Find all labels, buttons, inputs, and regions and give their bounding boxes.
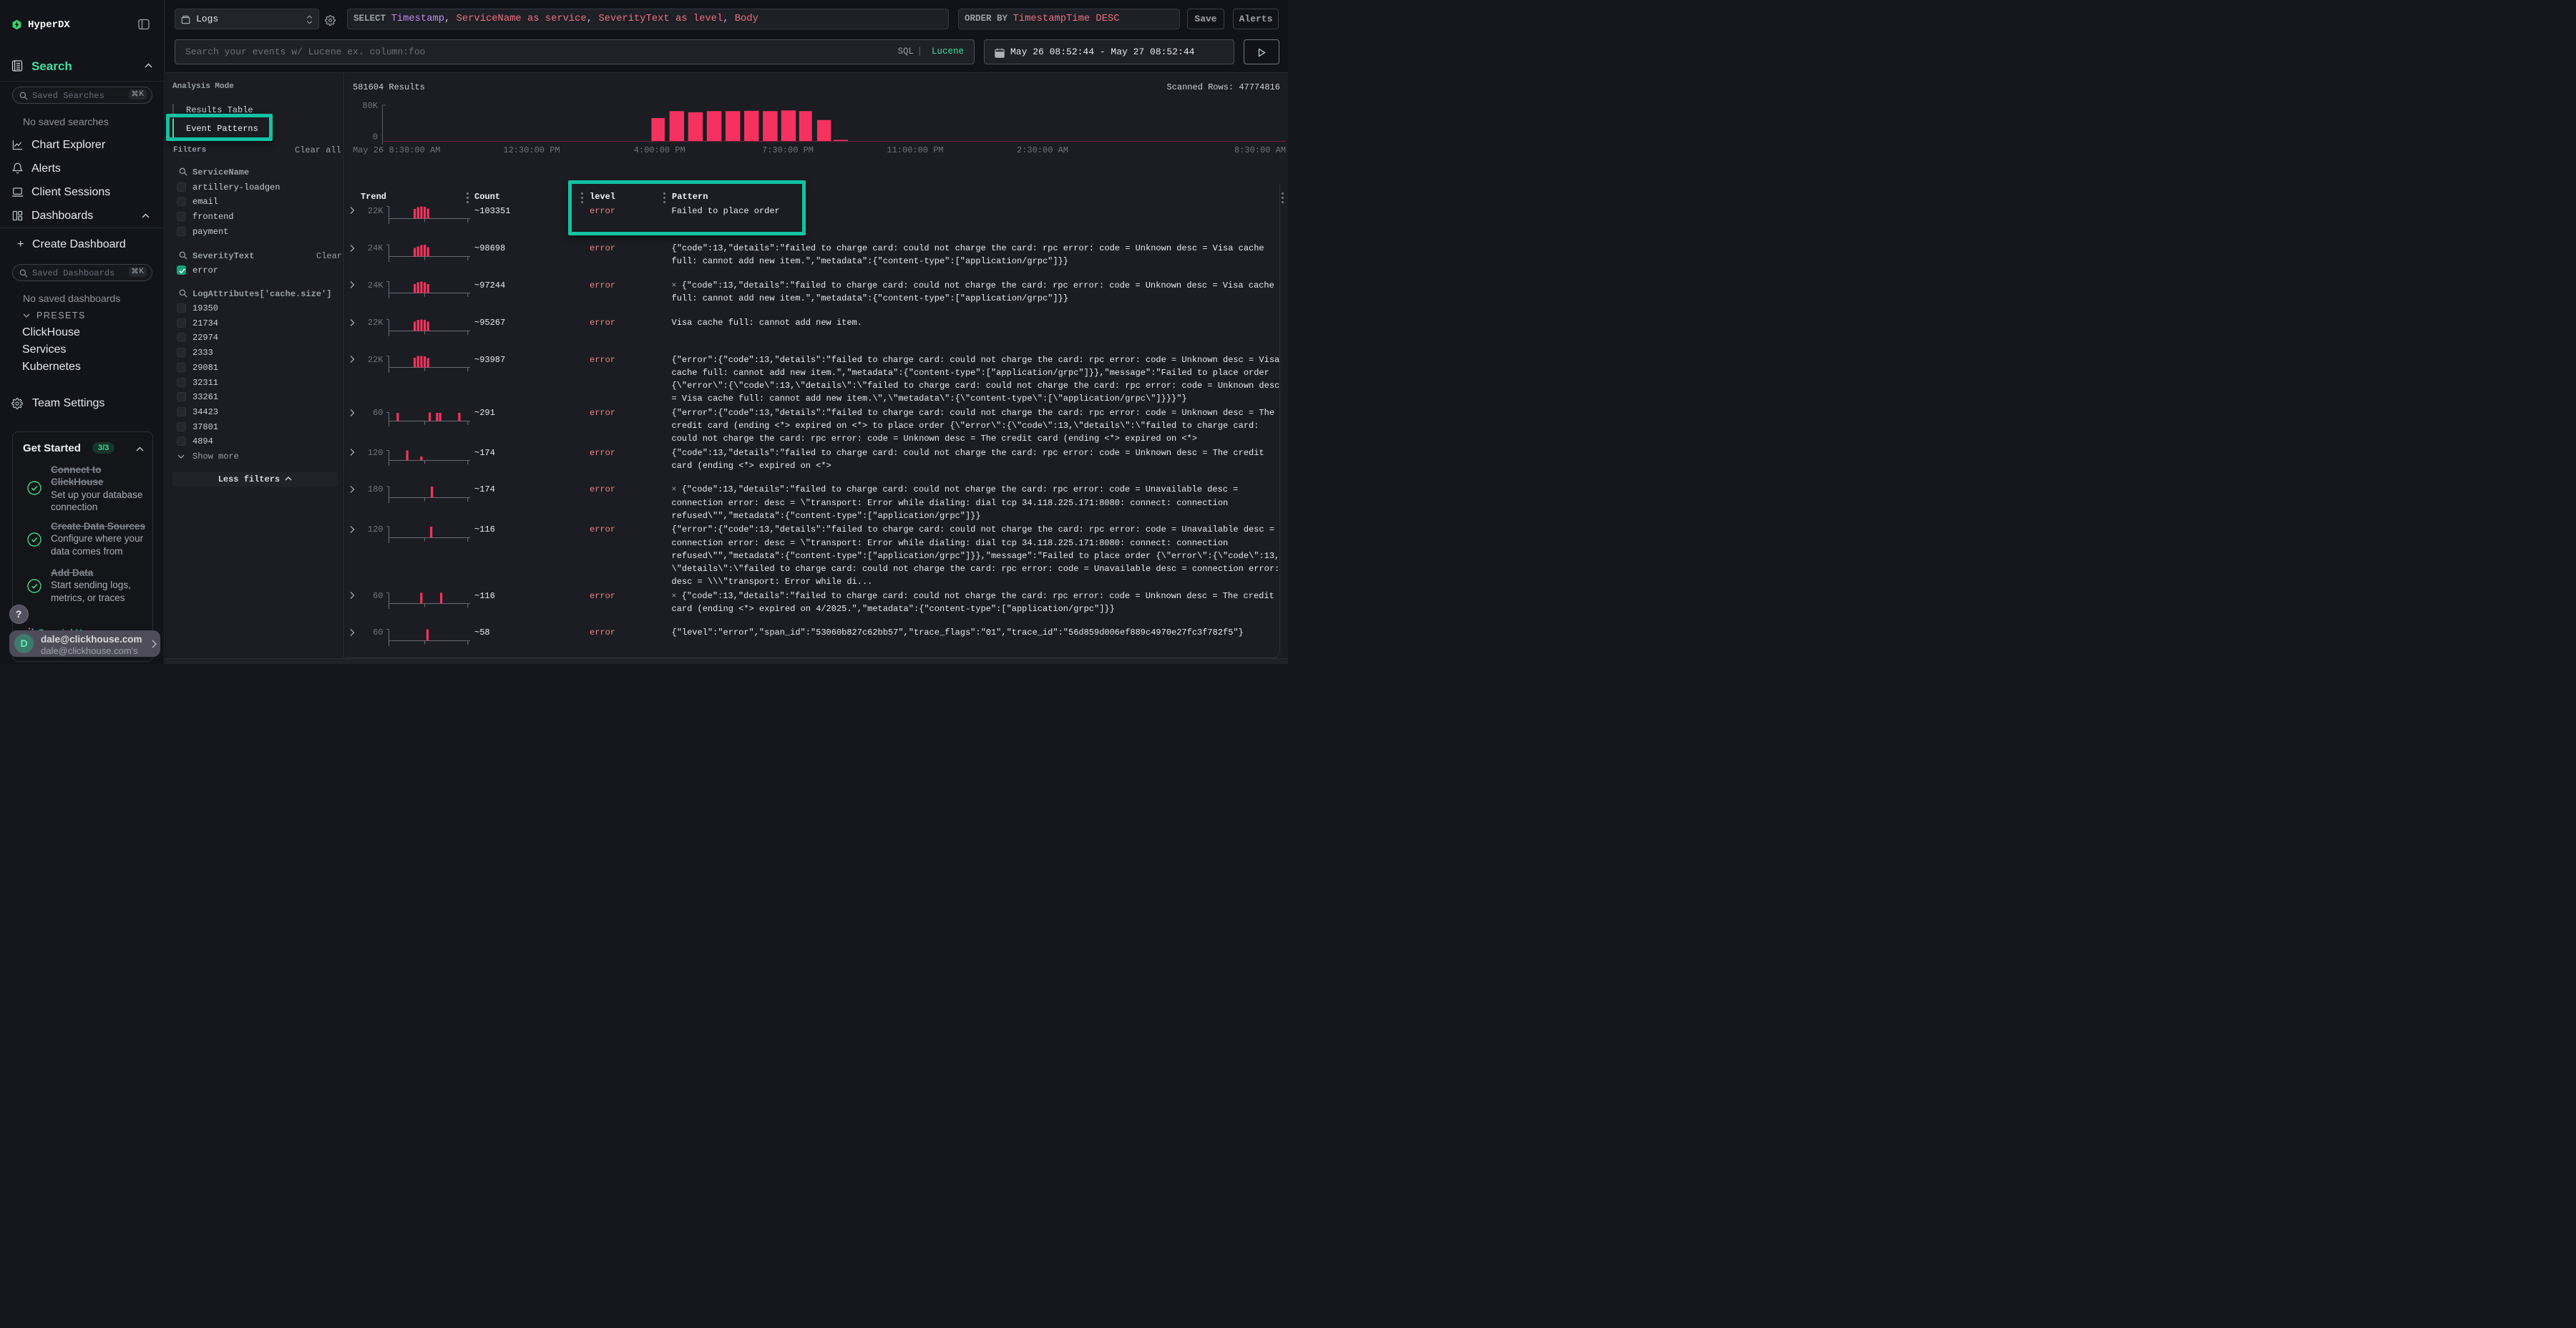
svg-text:May 26 8:30:00 AM: May 26 8:30:00 AM: [353, 145, 440, 155]
svg-text:0: 0: [373, 132, 378, 142]
svg-text:2:30:00 AM: 2:30:00 AM: [1017, 145, 1068, 155]
svg-text:4:00:00 PM: 4:00:00 PM: [634, 145, 686, 155]
svg-text:7:30:00 PM: 7:30:00 PM: [762, 145, 814, 155]
svg-text:80K: 80K: [362, 101, 378, 111]
svg-text:11:00:00 PM: 11:00:00 PM: [887, 145, 943, 155]
svg-text:8:30:00 AM: 8:30:00 AM: [1234, 145, 1286, 155]
svg-text:12:30:00 PM: 12:30:00 PM: [503, 145, 560, 155]
